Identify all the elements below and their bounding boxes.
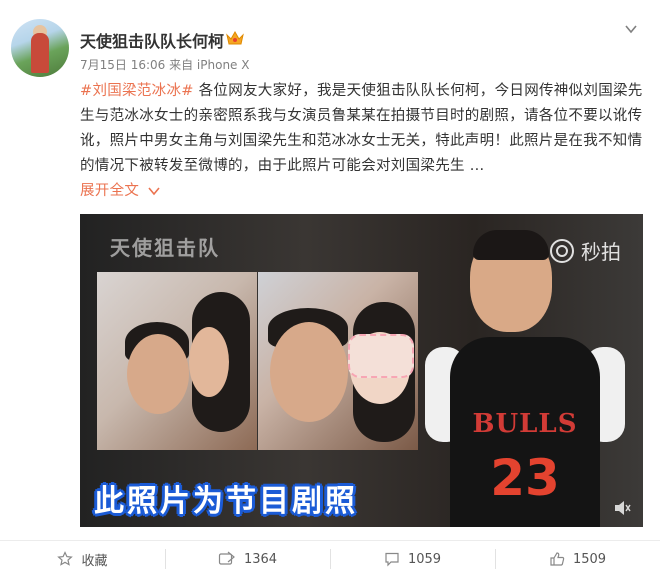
video-watermark-left: 天使狙击队 [110,236,220,260]
comment-button[interactable]: 1059 [330,541,495,577]
post-meta: 7月15日 16:06 来自 iPhone X [80,58,250,72]
jersey-number: 23 [490,449,560,507]
expand-full-text-link[interactable]: 展开全文 [80,179,160,204]
comment-count: 1059 [407,551,442,567]
weibo-post: 天使狙击队队长何柯 7月15日 16:06 来自 iPhone X #刘国梁范冰… [0,0,660,576]
video-player[interactable]: 天使狙击队 秒拍 BULLS 23 此照片为节目剧照 [80,214,643,527]
action-bar: 收藏 1364 1059 1509 [0,540,660,577]
chevron-down-icon[interactable] [624,22,638,36]
repost-count: 1364 [243,551,278,567]
post-content: #刘国梁范冰冰# 各位网友大家好，我是天使狙击队队长何柯，今日网传神似刘国梁先生… [80,79,645,204]
repost-icon [218,551,235,565]
favorite-label: 收藏 [81,553,108,569]
thumbs-up-icon [550,552,565,566]
avatar[interactable] [11,19,69,77]
mute-icon[interactable] [613,499,631,517]
chevron-down-icon [148,187,160,196]
still-photo-right [258,272,418,450]
hashtag-link[interactable]: #刘国梁范冰冰# [80,83,194,99]
username[interactable]: 天使狙击队队长何柯 [80,28,224,52]
favorite-button[interactable]: 收藏 [0,541,165,577]
expand-label: 展开全文 [80,183,140,199]
like-button[interactable]: 1509 [495,541,660,577]
jersey-text: BULLS [472,409,578,439]
sticker-emoji [348,334,414,378]
still-photo-left [97,272,257,450]
repost-button[interactable]: 1364 [165,541,330,577]
video-caption: 此照片为节目剧照 [94,484,358,519]
video-presenter: BULLS 23 [425,230,625,527]
star-icon [57,551,74,566]
like-count: 1509 [572,551,607,567]
vip-crown-icon[interactable] [225,29,245,47]
comment-icon [385,552,399,567]
